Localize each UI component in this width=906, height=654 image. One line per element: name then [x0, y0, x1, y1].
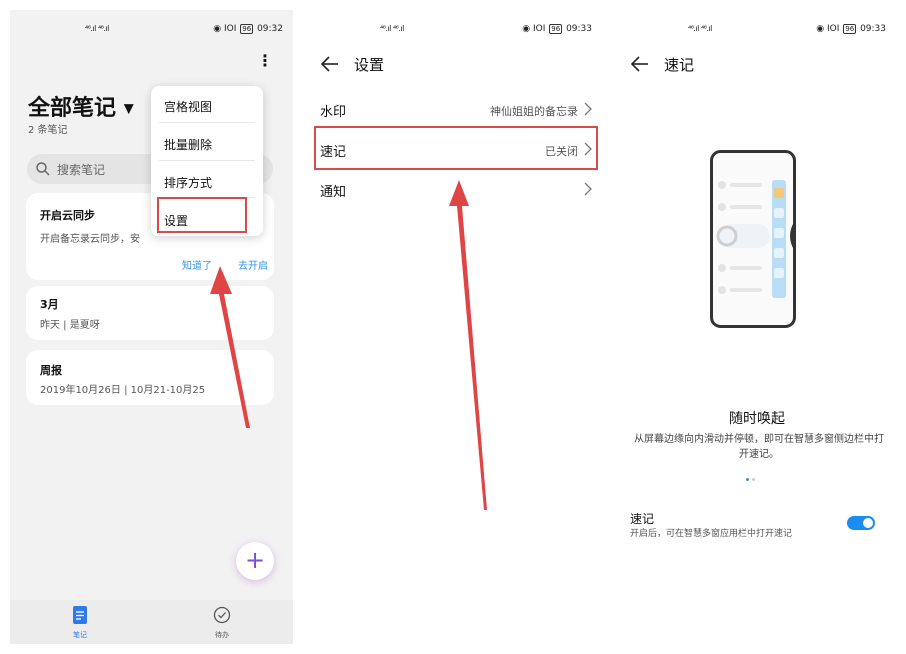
carousel-dot [752, 478, 755, 481]
quick-note-label: 速记 [630, 512, 655, 526]
note-card[interactable]: 3月 昨天 | 是夏呀 [26, 286, 274, 340]
status-icons: ◉ IOI [213, 24, 237, 34]
menu-divider [159, 122, 255, 123]
note-count: 2 条笔记 [28, 125, 68, 136]
highlight-box [314, 126, 598, 170]
page-title: 速记 [664, 56, 695, 74]
quick-note-screen: ⁴⁶.ıl ⁴⁶.ıl ◉ IOI 96 09:33 速记 随时唤起 从屏幕边缘… [618, 10, 896, 644]
status-right: ◉ IOI 96 09:33 [816, 24, 886, 34]
nav-todo[interactable]: 待办 [192, 606, 252, 640]
nav-todo-label: 待办 [215, 631, 229, 639]
note-meta: 2019年10月26日 | 10月21-10月25 [40, 385, 206, 396]
chevron-right-icon [584, 182, 592, 196]
search-placeholder: 搜索笔记 [57, 163, 106, 177]
notes-list-screen: ⁣⁣⁴⁶.ıl ⁴⁶.ıl ◉ IOI 96 09:32 ⋮ 全部笔记 ▼ 2 … [10, 10, 293, 644]
note-title: 3月 [40, 298, 59, 311]
feature-description: 从屏幕边缘向内滑动并停顿，即可在智慧多窗侧边栏中打开速记。 [634, 434, 884, 460]
status-bar: ⁣⁣⁴⁶.ıl ⁴⁶.ıl ◉ IOI 96 09:32 [10, 24, 293, 38]
carousel-indicator [746, 478, 766, 484]
card-text: 开启备忘录云同步，安 [40, 234, 140, 245]
note-meta: 昨天 | 是夏呀 [40, 320, 100, 331]
menu-item-batch-delete[interactable]: 批量删除 [164, 136, 212, 153]
status-time: 09:33 [860, 24, 886, 34]
status-time: 09:32 [257, 24, 283, 34]
nav-notes[interactable]: 笔记 [50, 606, 110, 640]
page-title-text: 全部笔记 [28, 96, 117, 121]
signal-icon: ⁣⁣⁴⁶.ıl ⁴⁶.ıl [85, 24, 109, 33]
add-note-button[interactable]: + [236, 542, 274, 580]
battery-icon: 96 [843, 24, 857, 34]
toggle-knob [863, 518, 873, 528]
settings-screen: ⁴⁶.ıl ⁴⁶.ıl ◉ IOI 96 09:33 设置 水印 神仙姐姐的备忘… [308, 10, 602, 644]
row-label: 通知 [320, 185, 347, 200]
quick-note-toggle[interactable] [847, 516, 875, 530]
status-icons: ◉ IOI [522, 24, 546, 34]
status-bar: ⁴⁶.ıl ⁴⁶.ıl ◉ IOI 96 09:33 [308, 24, 602, 38]
back-arrow-icon[interactable] [630, 55, 650, 73]
bottom-nav: 笔记 待办 [10, 600, 293, 644]
status-time: 09:33 [566, 24, 592, 34]
note-icon [73, 606, 87, 624]
row-label: 水印 [320, 105, 347, 120]
menu-item-sort[interactable]: 排序方式 [164, 174, 212, 191]
caret-down-icon: ▼ [123, 101, 134, 117]
dismiss-button[interactable]: 知道了 [182, 257, 212, 272]
back-arrow-icon[interactable] [320, 55, 340, 73]
row-value: 神仙姐姐的备忘录 [490, 105, 578, 118]
search-icon [36, 162, 50, 176]
page-title: 设置 [354, 56, 385, 74]
signal-icon: ⁴⁶.ıl ⁴⁶.ıl [380, 24, 404, 33]
chevron-right-icon [584, 102, 592, 116]
highlight-box [157, 197, 247, 233]
enable-sync-button[interactable]: 去开启 [238, 257, 268, 272]
nav-notes-label: 笔记 [73, 631, 87, 639]
quick-note-description: 开启后，可在智慧多窗应用栏中打开速记 [630, 529, 793, 539]
check-circle-icon [213, 606, 231, 624]
feature-title: 随时唤起 [729, 411, 785, 427]
note-title: 周报 [40, 364, 62, 377]
page-title[interactable]: 全部笔记 ▼ [28, 90, 134, 122]
battery-icon: 96 [549, 24, 563, 34]
menu-item-grid-view[interactable]: 宫格视图 [164, 98, 212, 115]
more-options-icon[interactable]: ⋮ [257, 53, 273, 69]
status-icons: ◉ IOI [816, 24, 840, 34]
battery-icon: 96 [240, 24, 254, 34]
settings-row-watermark[interactable]: 水印 神仙姐姐的备忘录 [308, 91, 602, 127]
signal-icon: ⁴⁶.ıl ⁴⁶.ıl [688, 24, 712, 33]
settings-row-notification[interactable]: 通知 [308, 171, 602, 207]
status-right: ◉ IOI 96 09:33 [522, 24, 592, 34]
status-right: ◉ IOI 96 09:32 [213, 24, 283, 34]
menu-divider [159, 160, 255, 161]
phone-illustration [710, 150, 796, 328]
card-title: 开启云同步 [40, 209, 95, 222]
note-card[interactable]: 周报 2019年10月26日 | 10月21-10月25 [26, 350, 274, 405]
carousel-dot-active [746, 478, 749, 481]
status-bar: ⁴⁶.ıl ⁴⁶.ıl ◉ IOI 96 09:33 [618, 24, 896, 38]
